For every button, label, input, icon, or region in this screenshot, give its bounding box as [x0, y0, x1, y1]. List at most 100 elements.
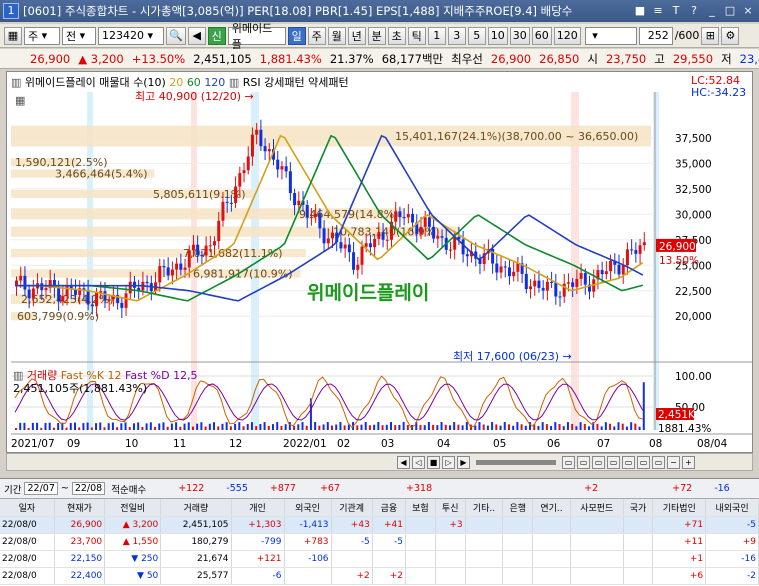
- table-row[interactable]: 22/08/0 22,150 ▼ 250 21,674 +121 -106 +1 -16: [0, 550, 759, 568]
- column-header-14[interactable]: 국가: [623, 499, 654, 517]
- gear-icon[interactable]: ⚙: [721, 26, 740, 45]
- minute-1[interactable]: 1: [427, 26, 446, 45]
- grid-toggle-icon[interactable]: ▦: [15, 94, 25, 107]
- minute-3[interactable]: 3: [447, 26, 466, 45]
- zoom-out-icon[interactable]: −: [667, 455, 680, 469]
- column-header-16[interactable]: 내외국인: [705, 499, 759, 517]
- volume-bar: [242, 426, 245, 430]
- volume-profile-label: 3,466,464(5.4%): [55, 168, 148, 181]
- help-icon[interactable]: ?: [687, 4, 701, 18]
- chart-settings-icon[interactable]: ▦: [4, 26, 22, 45]
- volume-bar: [339, 422, 342, 430]
- market-select[interactable]: 주 ▾: [24, 26, 60, 45]
- scope-select[interactable]: 전 ▾: [62, 26, 96, 45]
- scroll-first-icon[interactable]: ◀: [397, 455, 410, 469]
- period-year[interactable]: 년: [347, 26, 366, 45]
- minute-10[interactable]: 10: [487, 26, 508, 45]
- hc-label: HC:-34.23: [691, 86, 747, 99]
- column-header-1[interactable]: 현재가: [54, 499, 106, 517]
- volume-bar: [630, 422, 633, 430]
- column-header-3[interactable]: 거래량: [160, 499, 232, 517]
- column-header-4[interactable]: 개인: [231, 499, 285, 517]
- candle-body: [583, 273, 587, 285]
- zoom-tool-1[interactable]: ▭: [562, 455, 575, 469]
- scroll-last-icon[interactable]: ▶: [457, 455, 470, 469]
- scroll-next-icon[interactable]: ▷: [442, 455, 455, 469]
- volume-bar: [326, 422, 329, 430]
- minute-30[interactable]: 30: [509, 26, 530, 45]
- candle-body: [634, 250, 638, 254]
- column-header-8[interactable]: 보험: [405, 499, 436, 517]
- zoom-slider[interactable]: [476, 459, 556, 465]
- candle-body: [512, 271, 516, 277]
- column-header-15[interactable]: 기타법인: [652, 499, 707, 517]
- date-tick-label: 03: [381, 438, 394, 450]
- chart-menu-icon[interactable]: ▥: [11, 76, 21, 89]
- column-header-6[interactable]: 기관계: [331, 499, 373, 517]
- minimize-button[interactable]: _: [705, 4, 719, 18]
- sum-pe: +2: [584, 483, 599, 494]
- column-header-5[interactable]: 외국인: [284, 499, 332, 517]
- column-header-11[interactable]: 은행: [502, 499, 534, 517]
- stop-icon[interactable]: ■: [427, 455, 440, 469]
- menu-icon[interactable]: ≡: [651, 4, 665, 18]
- table-row[interactable]: 22/08/0 26,900 ▲ 3,200 2,451,105 +1,303 -1,41…: [0, 516, 759, 534]
- grid-icon[interactable]: ⊞: [701, 26, 720, 45]
- volume-bar: [204, 426, 207, 430]
- candle-body: [86, 289, 90, 305]
- search-icon[interactable]: 🔍: [166, 26, 186, 45]
- period-month[interactable]: 월: [327, 26, 346, 45]
- period-start-input[interactable]: 22/07: [24, 482, 58, 495]
- candle-body: [166, 267, 170, 276]
- zoom-tool-7[interactable]: ▭: [652, 455, 665, 469]
- period-minute[interactable]: 분: [367, 26, 386, 45]
- candle-body: [229, 202, 233, 204]
- table-row[interactable]: 22/08/0 23,700 ▲ 1,550 180,279 -799 +783 -5 -5 +…: [0, 533, 759, 551]
- price-tick-label: 30,000: [675, 209, 712, 221]
- period-end-input[interactable]: 22/08: [71, 482, 106, 495]
- column-header-10[interactable]: 기타..: [465, 499, 504, 517]
- column-header-9[interactable]: 투신: [435, 499, 466, 517]
- zoom-tool-5[interactable]: ▭: [622, 455, 635, 469]
- close-button[interactable]: ×: [741, 4, 755, 18]
- scroll-prev-icon[interactable]: ◁: [412, 455, 425, 469]
- period-second[interactable]: 초: [387, 26, 406, 45]
- sum-trust: +318: [406, 483, 433, 494]
- screen-icon[interactable]: ■: [633, 4, 647, 18]
- bear-pattern-label: 약세패턴: [308, 76, 349, 89]
- column-header-12[interactable]: 연기..: [532, 499, 571, 517]
- stock-code-input[interactable]: 123420 ▾: [98, 26, 164, 45]
- volume-bar: [642, 382, 645, 430]
- date-tick-label: 10: [125, 438, 138, 450]
- count-input[interactable]: 252: [638, 26, 673, 45]
- stock-chart[interactable]: 37,50035,00032,50030,00027,50025,00022,5…: [6, 71, 753, 453]
- maximize-button[interactable]: □: [723, 4, 737, 18]
- candle-body: [360, 246, 364, 265]
- table-cell-6: +2: [331, 567, 373, 585]
- table-cell-4: +121: [231, 550, 285, 568]
- column-header-13[interactable]: 사모펀드: [570, 499, 624, 517]
- zoom-in-icon[interactable]: +: [682, 455, 695, 469]
- zoom-tool-6[interactable]: ▭: [637, 455, 650, 469]
- minute-5[interactable]: 5: [467, 26, 486, 45]
- sound-icon[interactable]: ◀: [187, 26, 206, 45]
- minute-120[interactable]: 120: [553, 26, 581, 45]
- table-row[interactable]: 22/08/0 22,400 ▼ 50 25,577 -6 +2 +2 +6 -2: [0, 567, 759, 585]
- period-tick[interactable]: 틱: [407, 26, 426, 45]
- custom-period-select[interactable]: ▾: [584, 26, 637, 45]
- zoom-tool-3[interactable]: ▭: [592, 455, 605, 469]
- column-header-0[interactable]: 일자: [0, 499, 55, 517]
- sub-tick-label: 100.00: [675, 371, 712, 383]
- period-week[interactable]: 주: [307, 26, 326, 45]
- volume-bar: [99, 422, 102, 430]
- zoom-tool-2[interactable]: ▭: [577, 455, 590, 469]
- volume-bar: [229, 426, 232, 430]
- volume-bar: [57, 422, 60, 430]
- minute-60[interactable]: 60: [531, 26, 552, 45]
- period-day[interactable]: 일: [287, 26, 306, 45]
- column-header-2[interactable]: 전일비: [104, 499, 162, 517]
- column-header-7[interactable]: 금융: [372, 499, 406, 517]
- zoom-tool-4[interactable]: ▭: [607, 455, 620, 469]
- text-icon[interactable]: T: [669, 4, 683, 18]
- table-cell-12: [532, 516, 571, 534]
